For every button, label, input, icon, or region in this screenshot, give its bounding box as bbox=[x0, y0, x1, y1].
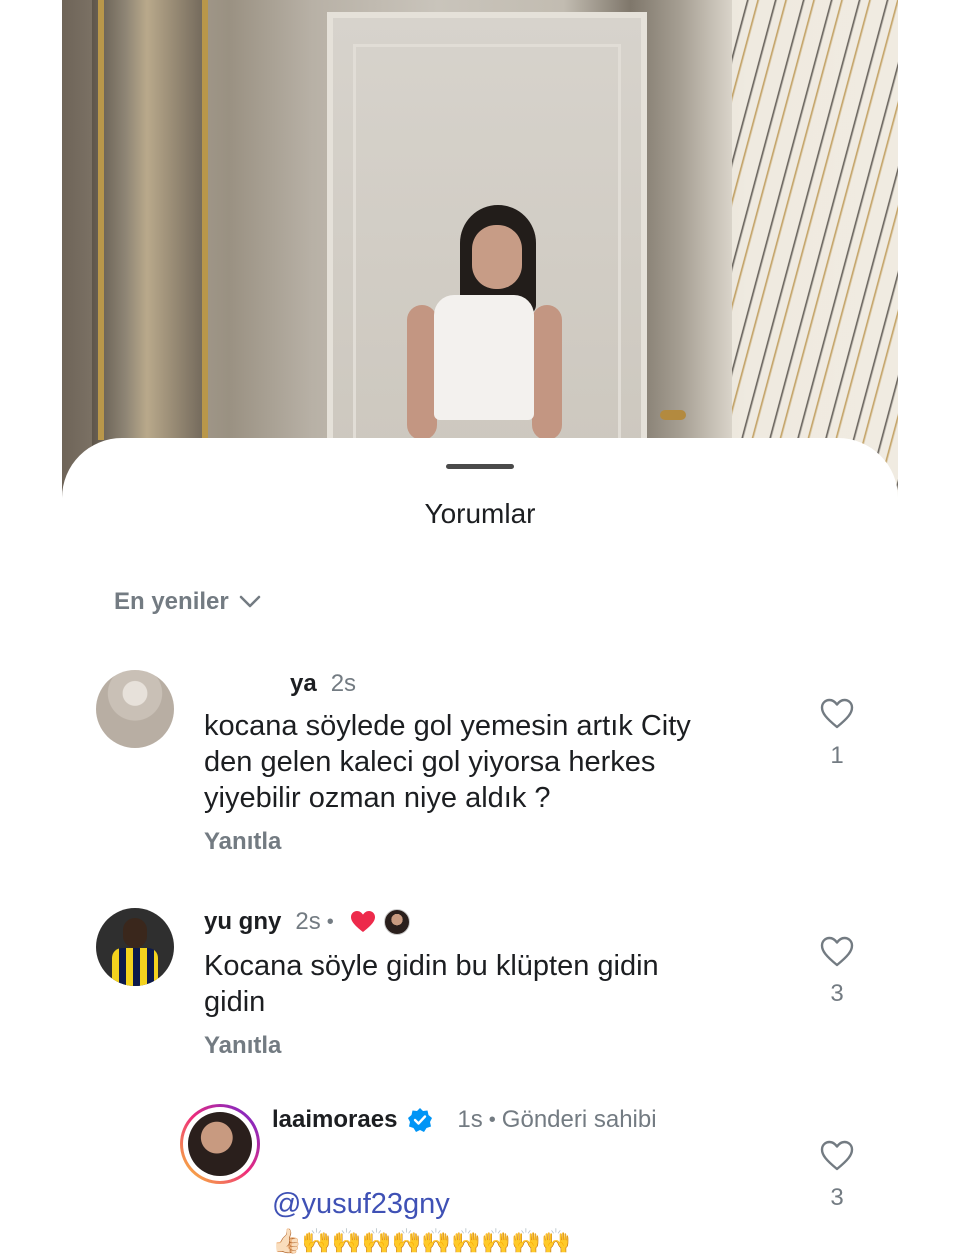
sheet-grabber[interactable] bbox=[446, 464, 514, 469]
avatar-jersey bbox=[112, 948, 158, 986]
reply-button[interactable]: Yanıtla bbox=[204, 828, 281, 856]
person-top bbox=[434, 295, 534, 420]
avatar[interactable] bbox=[96, 670, 174, 748]
comment-text: kocana söylede gol yemesin artık City de… bbox=[204, 710, 691, 814]
heart-filled-icon bbox=[350, 911, 375, 932]
timestamp: 2s bbox=[330, 670, 357, 697]
gold-trim bbox=[98, 0, 104, 440]
like-count: 1 bbox=[830, 742, 844, 769]
comment-text: @yusuf23gny 👍🏻🙌🙌🙌🙌🙌🙌🙌🙌🙌 bbox=[272, 1150, 571, 1260]
separator-dot: • bbox=[488, 1108, 496, 1131]
like-button[interactable]: 1 bbox=[807, 698, 867, 770]
author-label: Gönderi sahibi bbox=[501, 1106, 657, 1133]
sort-dropdown[interactable]: En yeniler bbox=[114, 588, 261, 616]
like-button[interactable]: 3 bbox=[807, 936, 867, 1008]
avatar-photo bbox=[188, 1112, 252, 1176]
heart-outline-icon bbox=[820, 1140, 854, 1171]
comment-meta: laaimoraes 1s • Gönderi sahibi bbox=[272, 1106, 657, 1134]
person-arm bbox=[532, 305, 562, 440]
heart-outline-icon bbox=[820, 698, 854, 729]
door-handle bbox=[660, 410, 686, 420]
sort-label: En yeniler bbox=[114, 588, 229, 615]
sheet-title: Yorumlar bbox=[424, 498, 536, 529]
mention-link[interactable]: @yusuf23gny bbox=[272, 1188, 450, 1220]
username[interactable]: laaimoraes bbox=[272, 1106, 397, 1134]
like-count: 3 bbox=[830, 1184, 844, 1211]
like-button[interactable]: 3 bbox=[807, 1140, 867, 1212]
timestamp: 1s bbox=[457, 1106, 483, 1133]
door-frame-left bbox=[92, 0, 202, 470]
person-arm bbox=[407, 305, 437, 440]
timestamp: 2s bbox=[295, 908, 321, 935]
comment-meta: ya 2s bbox=[204, 670, 356, 698]
comments-sheet: Yorumlar En yeniler ya 2s kocana söylede… bbox=[62, 438, 898, 1255]
username[interactable]: ya bbox=[290, 670, 317, 698]
gold-trim bbox=[202, 0, 208, 440]
like-count: 3 bbox=[830, 980, 844, 1007]
author-liked-avatar bbox=[383, 909, 410, 935]
comment-text: Kocana söyle gidin bu klüpten gidin gidi… bbox=[204, 950, 659, 1018]
emoji-text: 👍🏻🙌🙌🙌🙌🙌🙌🙌🙌🙌 bbox=[272, 1228, 571, 1255]
avatar-head bbox=[123, 918, 147, 948]
comment-meta: yu gny 2s • bbox=[204, 908, 410, 936]
avatar[interactable] bbox=[180, 1104, 260, 1184]
avatar[interactable] bbox=[96, 908, 174, 986]
reply-button[interactable]: Yanıtla bbox=[204, 1032, 281, 1060]
verified-badge-icon bbox=[408, 1108, 433, 1132]
username[interactable]: yu gny bbox=[204, 908, 281, 936]
person-face bbox=[472, 225, 522, 289]
separator-dot: • bbox=[326, 910, 334, 933]
chevron-down-icon bbox=[239, 595, 260, 608]
heart-outline-icon bbox=[820, 936, 854, 967]
